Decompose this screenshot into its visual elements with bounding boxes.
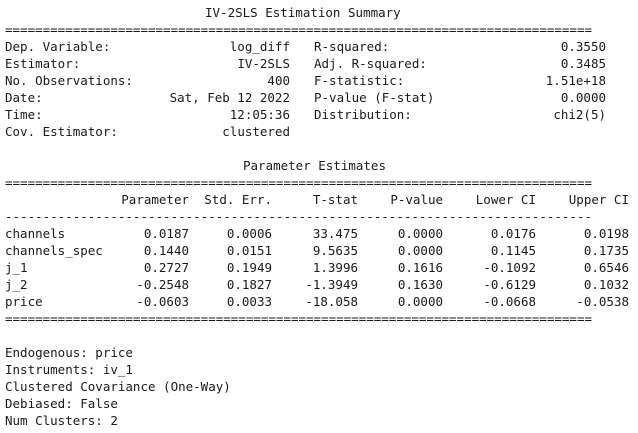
no-observations-value: 400 — [267, 73, 290, 88]
cell-std-err: 0.0006 — [226, 226, 272, 241]
distribution-label: Distribution: — [314, 107, 412, 122]
debiased-note: Debiased: False — [5, 396, 118, 411]
cell-lower-ci: 0.1145 — [490, 243, 536, 258]
cell-parameter: 0.2727 — [143, 260, 189, 275]
covariance-note: Clustered Covariance (One-Way) — [5, 379, 231, 394]
dep-variable-value: log_diff — [229, 39, 290, 54]
cell-lower-ci: -0.1092 — [483, 260, 536, 275]
cell-p-value: 0.0000 — [397, 226, 443, 241]
time-value: 12:05:36 — [229, 107, 290, 122]
r-squared-value: 0.3550 — [560, 39, 606, 54]
col-header-p-value: P-value — [390, 192, 443, 207]
cov-estimator-value: clustered — [222, 124, 290, 139]
col-header-parameter: Parameter — [121, 192, 189, 207]
cell-upper-ci: 0.6546 — [583, 260, 629, 275]
cell-upper-ci: 0.1032 — [583, 277, 629, 292]
cell-std-err: 0.0151 — [226, 243, 272, 258]
cell-parameter: 0.1440 — [143, 243, 189, 258]
row-label: channels — [5, 226, 66, 241]
cell-lower-ci: 0.0176 — [490, 226, 536, 241]
cell-t-stat: 9.5635 — [312, 243, 358, 258]
cell-upper-ci: 0.1735 — [583, 243, 629, 258]
row-label: channels_spec — [5, 243, 103, 258]
row-label: j_2 — [5, 277, 28, 292]
no-observations-label: No. Observations: — [5, 73, 133, 88]
cell-p-value: 0.1630 — [397, 277, 443, 292]
p-value-fstat-value: 0.0000 — [560, 90, 606, 105]
r-squared-label: R-squared: — [314, 39, 390, 54]
cell-lower-ci: -0.6129 — [483, 277, 536, 292]
row-label: j_1 — [5, 260, 28, 275]
date-label: Date: — [5, 90, 43, 105]
cell-std-err: 0.1827 — [226, 277, 272, 292]
cell-t-stat: 33.475 — [312, 226, 358, 241]
f-statistic-value: 1.51e+18 — [545, 73, 606, 88]
cell-upper-ci: 0.0198 — [583, 226, 629, 241]
col-header-lower-ci: Lower CI — [475, 192, 536, 207]
col-header-std-err: Std. Err. — [204, 192, 272, 207]
cell-p-value: 0.0000 — [397, 243, 443, 258]
cell-upper-ci: -0.0538 — [576, 294, 629, 309]
f-statistic-label: F-statistic: — [314, 73, 405, 88]
num-clusters-note: Num Clusters: 2 — [5, 413, 118, 428]
cell-p-value: 0.1616 — [397, 260, 443, 275]
col-header-upper-ci: Upper CI — [568, 192, 629, 207]
cell-t-stat: -18.058 — [305, 294, 358, 309]
date-value: Sat, Feb 12 2022 — [169, 90, 290, 105]
adj-r-squared-value: 0.3485 — [560, 56, 606, 71]
endogenous-note: Endogenous: price — [5, 345, 133, 360]
cell-t-stat: 1.3996 — [312, 260, 358, 275]
cell-std-err: 0.1949 — [226, 260, 272, 275]
cell-parameter: -0.2548 — [136, 277, 189, 292]
instruments-note: Instruments: iv_1 — [5, 362, 133, 377]
summary-title: IV-2SLS Estimation Summary — [205, 5, 401, 20]
estimator-label: Estimator: — [5, 56, 81, 71]
distribution-value: chi2(5) — [553, 107, 606, 122]
cell-lower-ci: -0.0668 — [483, 294, 536, 309]
single-rule-params: ----------------------------------------… — [5, 209, 592, 224]
adj-r-squared-label: Adj. R-squared: — [314, 56, 427, 71]
estimator-value: IV-2SLS — [237, 56, 290, 71]
cov-estimator-label: Cov. Estimator: — [5, 124, 118, 139]
double-rule-top: ========================================… — [5, 22, 592, 37]
row-label: price — [5, 294, 43, 309]
col-header-t-stat: T-stat — [312, 192, 358, 207]
cell-p-value: 0.0000 — [397, 294, 443, 309]
double-rule-bottom: ========================================… — [5, 311, 592, 326]
dep-variable-label: Dep. Variable: — [5, 39, 111, 54]
cell-t-stat: -1.3949 — [305, 277, 358, 292]
double-rule-params-top: ========================================… — [5, 175, 592, 190]
time-label: Time: — [5, 107, 43, 122]
cell-parameter: -0.0603 — [136, 294, 189, 309]
param-estimates-title: Parameter Estimates — [243, 158, 386, 173]
cell-parameter: 0.0187 — [143, 226, 189, 241]
cell-std-err: 0.0033 — [226, 294, 272, 309]
p-value-fstat-label: P-value (F-stat) — [314, 90, 435, 105]
